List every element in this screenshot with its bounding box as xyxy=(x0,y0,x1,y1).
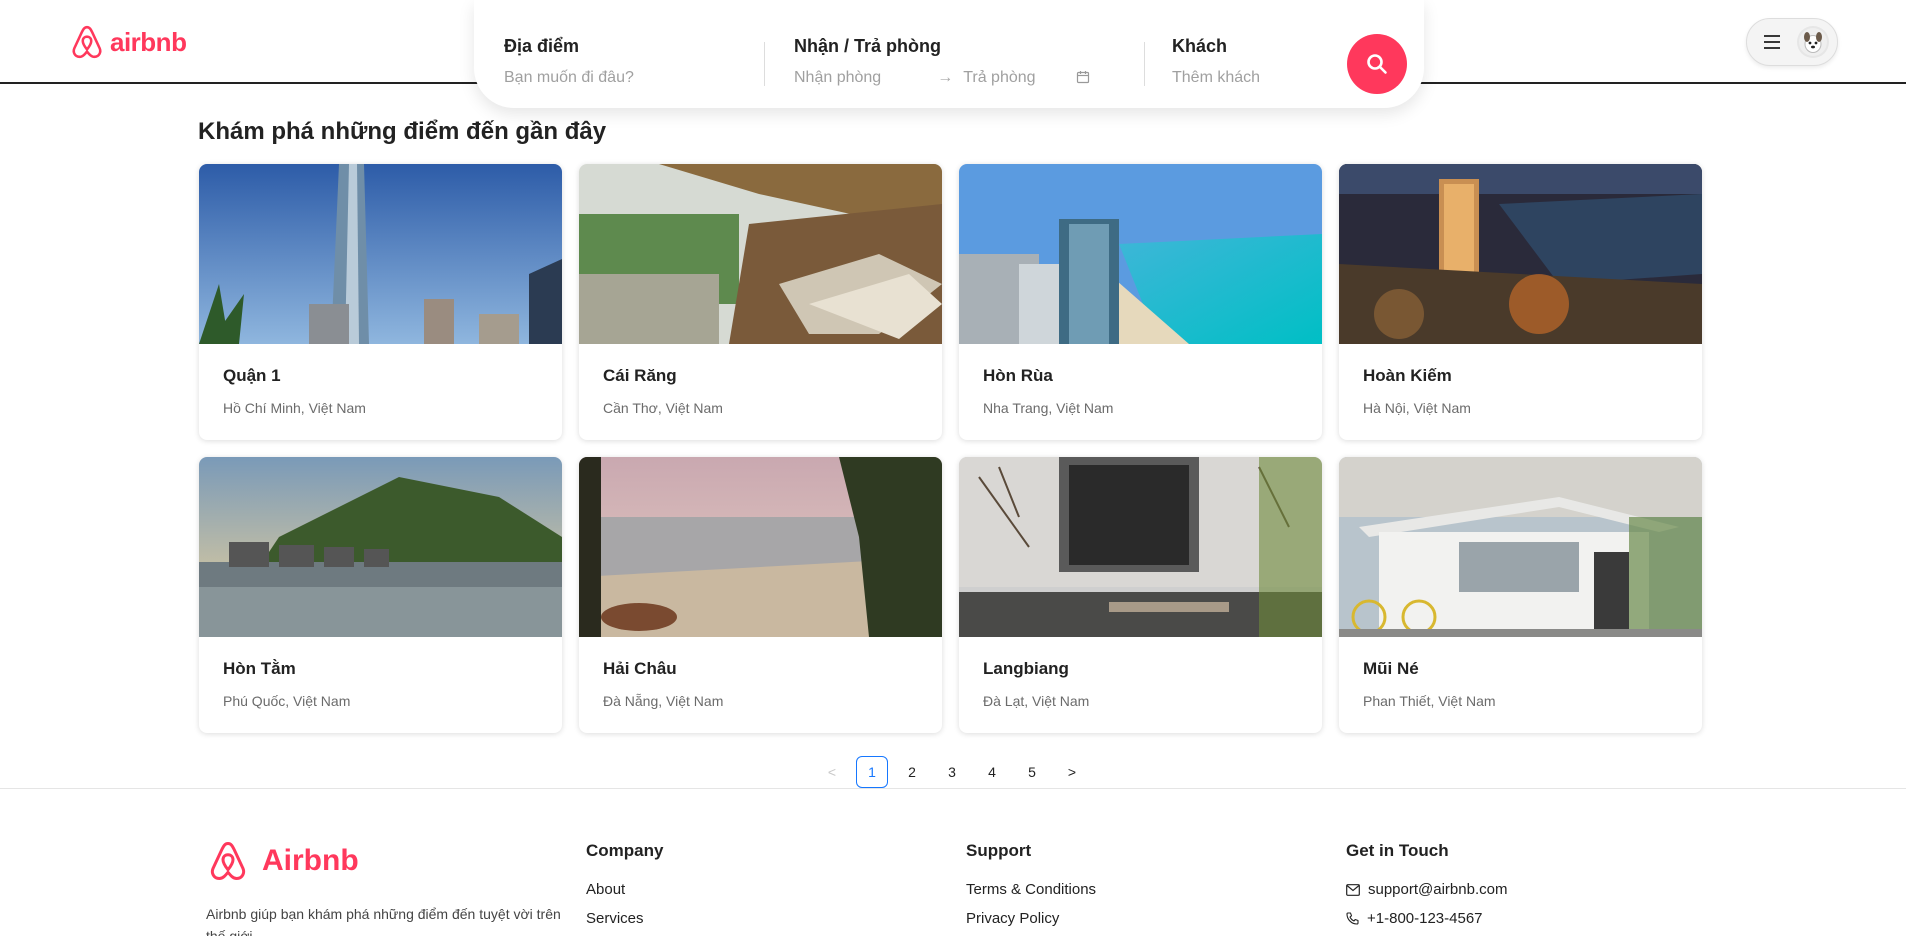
footer-link-about[interactable]: About xyxy=(586,881,663,898)
search-icon xyxy=(1367,54,1387,74)
section-title: Khám phá những điểm đến gần đây xyxy=(198,118,607,145)
footer-contact-column: Get in Touch support@airbnb.com +1-800-1… xyxy=(1346,841,1507,936)
airbnb-logo[interactable]: airbnb xyxy=(70,24,187,60)
destination-card[interactable]: Hòn Tằm Phú Quốc, Việt Nam xyxy=(199,457,562,733)
phone-icon xyxy=(1346,912,1359,925)
search-bar: Địa điểm Bạn muốn đi đâu? Nhận / Trả phò… xyxy=(474,0,1424,108)
destination-image xyxy=(579,164,942,344)
destination-name: Hoàn Kiếm xyxy=(1363,366,1452,385)
destination-name: Hòn Tằm xyxy=(223,659,296,678)
destination-name: Hòn Rùa xyxy=(983,366,1053,385)
pagination: < 1 2 3 4 5 > xyxy=(816,756,1088,788)
prev-page-button[interactable]: < xyxy=(816,756,848,788)
destination-location: Hồ Chí Minh, Việt Nam xyxy=(223,400,366,416)
guests-input[interactable]: Thêm khách xyxy=(1172,69,1372,87)
destination-location: Cần Thơ, Việt Nam xyxy=(603,400,723,416)
footer-phone[interactable]: +1-800-123-4567 xyxy=(1346,910,1507,927)
page-2-button[interactable]: 2 xyxy=(896,756,928,788)
destination-location: Hà Nội, Việt Nam xyxy=(1363,400,1471,416)
destination-name: Langbiang xyxy=(983,659,1069,678)
airbnb-logo-icon xyxy=(72,25,102,59)
mail-icon xyxy=(1346,883,1360,896)
footer-link-privacy[interactable]: Privacy Policy xyxy=(966,910,1096,927)
destination-location: Đà Lạt, Việt Nam xyxy=(983,693,1090,709)
destination-card[interactable]: Langbiang Đà Lạt, Việt Nam xyxy=(959,457,1322,733)
destination-image xyxy=(959,164,1322,344)
destination-image xyxy=(1339,164,1702,344)
search-button[interactable] xyxy=(1347,34,1407,94)
destination-location: Phú Quốc, Việt Nam xyxy=(223,693,351,709)
logo-text: airbnb xyxy=(110,26,187,57)
destination-image xyxy=(1339,457,1702,637)
footer-company-column: Company About Services xyxy=(586,841,663,936)
footer-support-title: Support xyxy=(966,841,1032,860)
page-3-button[interactable]: 3 xyxy=(936,756,968,788)
footer-link-services[interactable]: Services xyxy=(586,910,663,927)
footer: Airbnb Airbnb giúp bạn khám phá những đi… xyxy=(0,788,1906,936)
location-label: Địa điểm xyxy=(504,36,580,56)
airbnb-logo-icon xyxy=(210,842,246,880)
footer-email-text: support@airbnb.com xyxy=(1368,881,1508,898)
destination-name: Mũi Né xyxy=(1363,659,1419,678)
footer-email[interactable]: support@airbnb.com xyxy=(1346,881,1507,898)
destination-card[interactable]: Mũi Né Phan Thiết, Việt Nam xyxy=(1339,457,1702,733)
user-menu-button[interactable] xyxy=(1746,18,1838,66)
destination-location: Đà Nẵng, Việt Nam xyxy=(603,693,724,709)
destination-image xyxy=(959,457,1322,637)
destination-card[interactable]: Hòn Rùa Nha Trang, Việt Nam xyxy=(959,164,1322,440)
footer-phone-text: +1-800-123-4567 xyxy=(1367,910,1483,927)
footer-logo-text: Airbnb xyxy=(262,844,359,877)
footer-logo[interactable]: Airbnb xyxy=(208,839,359,883)
page-4-button[interactable]: 4 xyxy=(976,756,1008,788)
guests-label: Khách xyxy=(1172,36,1228,56)
footer-contact-title: Get in Touch xyxy=(1346,841,1449,860)
destination-name: Hải Châu xyxy=(603,659,677,678)
top-header: airbnb Địa điểm Bạn muốn đi đâu? Nhận / … xyxy=(0,0,1906,108)
destination-card[interactable]: Hải Châu Đà Nẵng, Việt Nam xyxy=(579,457,942,733)
arrow-right-icon: → xyxy=(937,69,954,86)
footer-link-terms[interactable]: Terms & Conditions xyxy=(966,881,1096,898)
checkin-input[interactable]: Nhận phòng xyxy=(794,69,881,87)
dates-field[interactable]: Nhận / Trả phòng Nhận phòng → Trả phòng xyxy=(794,36,1124,87)
next-page-button[interactable]: > xyxy=(1056,756,1088,788)
destinations-grid: Quận 1 Hồ Chí Minh, Việt Nam Cái Răng Cầ… xyxy=(199,164,1704,733)
destination-name: Quận 1 xyxy=(223,366,281,385)
checkout-input[interactable]: Trả phòng xyxy=(963,69,1035,87)
page-1-button[interactable]: 1 xyxy=(856,756,888,788)
page-5-button[interactable]: 5 xyxy=(1016,756,1048,788)
dates-label: Nhận / Trả phòng xyxy=(794,36,941,56)
location-field[interactable]: Địa điểm Bạn muốn đi đâu? xyxy=(504,36,744,87)
destination-image xyxy=(579,457,942,637)
destination-location: Phan Thiết, Việt Nam xyxy=(1363,693,1496,709)
destination-card[interactable]: Cái Răng Cần Thơ, Việt Nam xyxy=(579,164,942,440)
calendar-icon[interactable] xyxy=(1076,70,1090,87)
menu-icon xyxy=(1764,35,1780,49)
destination-card[interactable]: Hoàn Kiếm Hà Nội, Việt Nam xyxy=(1339,164,1702,440)
destination-name: Cái Răng xyxy=(603,366,677,385)
footer-description: Airbnb giúp bạn khám phá những điểm đến … xyxy=(206,906,561,936)
location-input[interactable]: Bạn muốn đi đâu? xyxy=(504,69,744,87)
destination-image xyxy=(199,164,562,344)
divider xyxy=(1144,42,1145,86)
guests-field[interactable]: Khách Thêm khách xyxy=(1172,36,1372,87)
destination-location: Nha Trang, Việt Nam xyxy=(983,400,1114,416)
divider xyxy=(764,42,765,86)
footer-support-column: Support Terms & Conditions Privacy Polic… xyxy=(966,841,1096,936)
destination-card[interactable]: Quận 1 Hồ Chí Minh, Việt Nam xyxy=(199,164,562,440)
avatar xyxy=(1797,26,1829,58)
destination-image xyxy=(199,457,562,637)
footer-company-title: Company xyxy=(586,841,664,860)
